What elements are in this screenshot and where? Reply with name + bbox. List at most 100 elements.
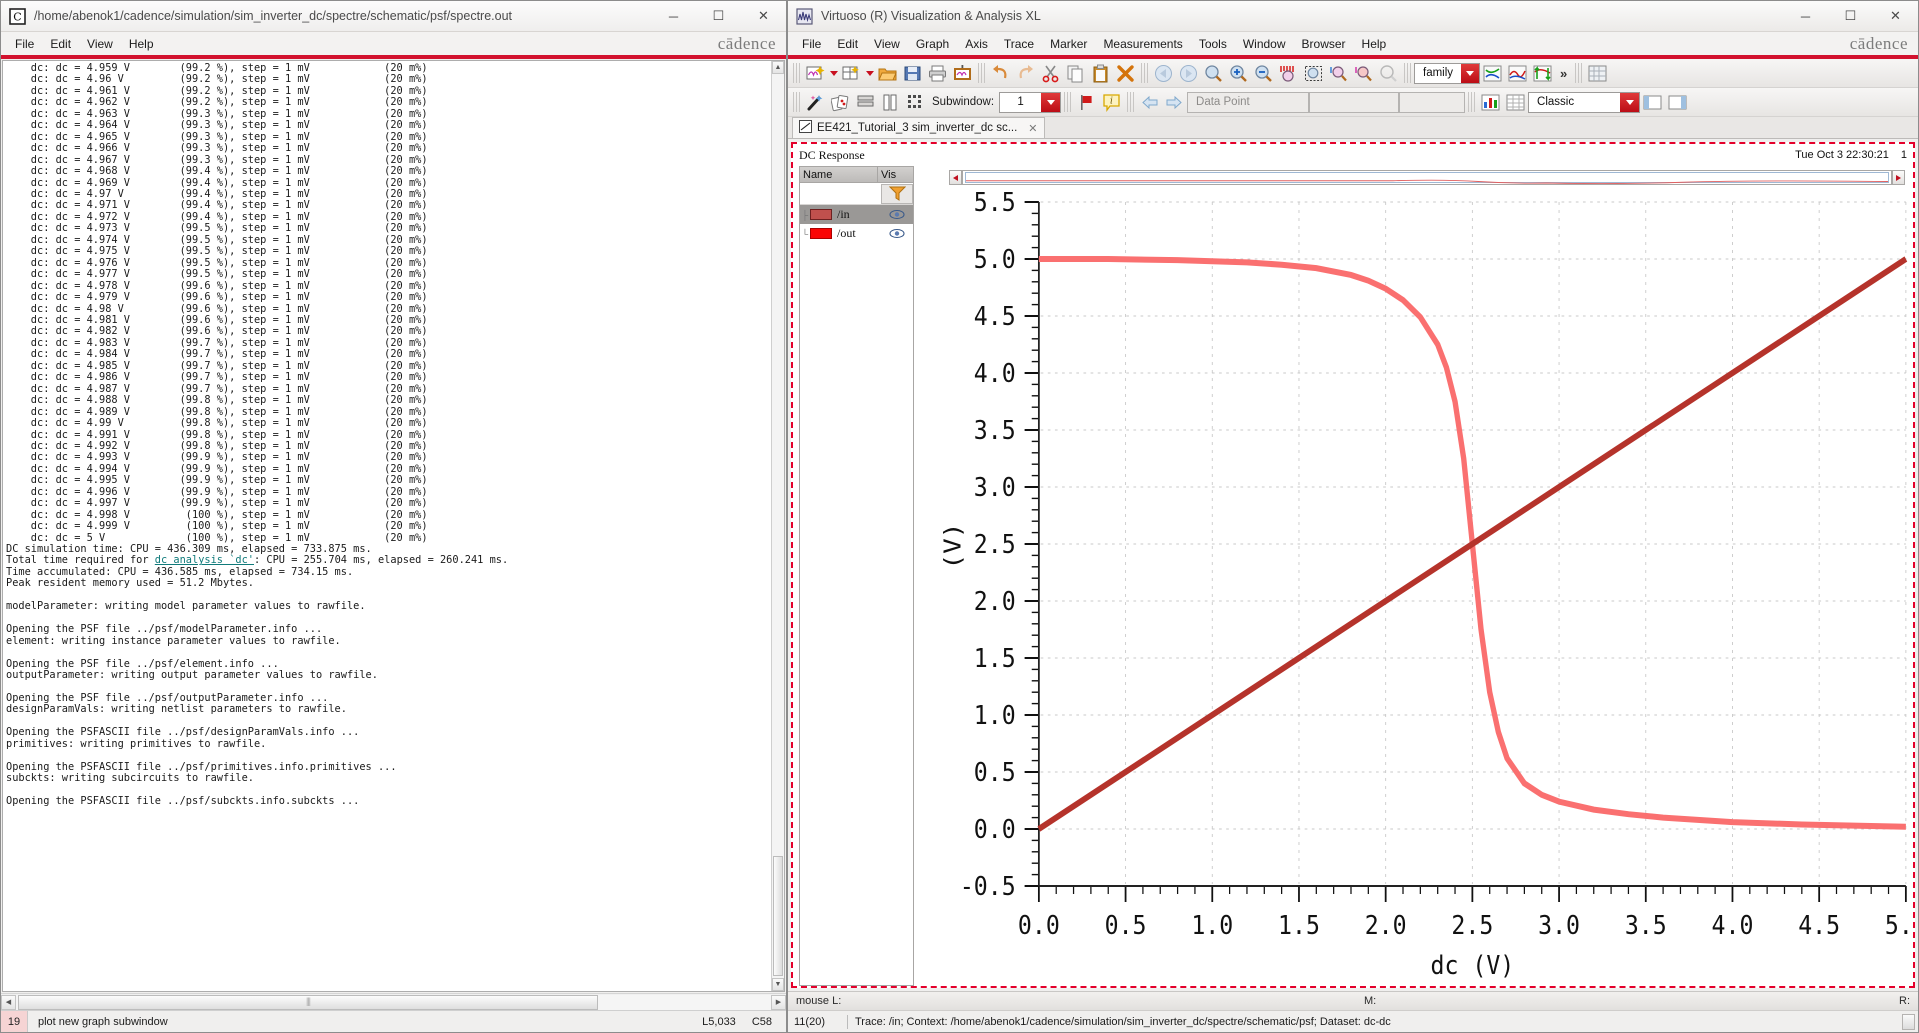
copy-icon[interactable] (1063, 61, 1088, 86)
open-folder-icon[interactable] (875, 61, 900, 86)
swap-traces-icon[interactable] (1480, 61, 1505, 86)
scroll-left-arrow[interactable]: ◀ (1, 994, 16, 1010)
signal-row-in[interactable]: ├ /in (800, 205, 913, 224)
log-close-button[interactable]: ✕ (741, 1, 786, 31)
viz-menu-graph[interactable]: Graph (908, 35, 957, 53)
strip-chart-icon[interactable] (903, 90, 928, 115)
zoom-y-icon[interactable] (1351, 61, 1376, 86)
log-minimize-button[interactable]: ─ (651, 1, 696, 31)
toolbar-overflow-button[interactable]: » (1555, 66, 1572, 81)
redo-icon[interactable] (1013, 61, 1038, 86)
eye-icon-2[interactable] (880, 228, 913, 239)
pan-scrollbar[interactable] (949, 169, 1905, 186)
cut-icon[interactable] (1038, 61, 1063, 86)
flag-icon[interactable] (1074, 90, 1099, 115)
print-icon[interactable] (925, 61, 950, 86)
toolbar-grip-4[interactable] (1404, 63, 1411, 83)
viz-maximize-button[interactable]: ☐ (1828, 1, 1873, 31)
family-dropdown-icon[interactable] (1461, 63, 1479, 83)
stack-horizontal-icon[interactable] (853, 90, 878, 115)
delete-icon[interactable] (1113, 61, 1138, 86)
graph-canvas[interactable]: -0.5 0.0 0.5 1.0 1.5 2.0 2.5 3.0 3.5 4.0 4.5 5.0 5.5… (914, 186, 1913, 986)
zoom-area-icon[interactable] (1301, 61, 1326, 86)
scroll-up-arrow[interactable]: ▲ (772, 61, 784, 74)
viz-menu-marker[interactable]: Marker (1042, 35, 1095, 53)
toolbar2-grip-3[interactable] (1127, 92, 1135, 112)
classic-dropdown-icon[interactable] (1620, 92, 1640, 112)
column-header-vis[interactable]: Vis (878, 167, 913, 182)
wand-icon[interactable] (803, 90, 828, 115)
zoom-x-icon[interactable] (1326, 61, 1351, 86)
viz-menu-tools[interactable]: Tools (1191, 35, 1235, 53)
forward-icon[interactable] (1176, 61, 1201, 86)
layout-right-icon[interactable] (1665, 90, 1690, 115)
move-trace-icon[interactable] (1530, 61, 1555, 86)
viz-menu-measurements[interactable]: Measurements (1095, 35, 1190, 53)
viz-menu-file[interactable]: File (794, 35, 829, 53)
log-vertical-scrollbar[interactable]: ▲ ▼ (771, 61, 784, 991)
log-horizontal-scrollbar[interactable]: ◀ ▶ (1, 993, 786, 1010)
log-menu-view[interactable]: View (79, 35, 121, 53)
family-combo[interactable]: family (1414, 62, 1480, 84)
toolbar-grip-3[interactable] (1141, 63, 1148, 83)
data-point-extra-field[interactable] (1309, 91, 1400, 113)
pan-right-button[interactable] (1892, 170, 1905, 185)
new-subwindow-dropdown-icon[interactable] (864, 61, 875, 86)
log-maximize-button[interactable]: ☐ (696, 1, 741, 31)
log-text-area[interactable]: dc: dc = 4.959 V (99.2 %), step = 1 mV (… (2, 60, 785, 992)
viz-close-button[interactable]: ✕ (1873, 1, 1918, 31)
new-subwindow-icon[interactable] (839, 61, 864, 86)
data-point-combo[interactable]: Data Point (1187, 91, 1310, 113)
scroll-right-arrow[interactable]: ▶ (771, 994, 786, 1010)
zoom-in-icon[interactable] (1226, 61, 1251, 86)
zoom-vertical-icon[interactable] (1276, 61, 1301, 86)
cards-icon[interactable] (828, 90, 853, 115)
scroll-down-arrow[interactable]: ▼ (772, 978, 784, 991)
annotate-graph-icon[interactable] (950, 61, 975, 86)
log-menu-edit[interactable]: Edit (42, 35, 79, 53)
log-hscroll-track[interactable] (16, 994, 771, 1010)
viz-menu-trace[interactable]: Trace (996, 35, 1042, 53)
save-icon[interactable] (900, 61, 925, 86)
log-menu-file[interactable]: File (7, 35, 42, 53)
plot-subwindow[interactable]: DC Response Tue Oct 3 22:30:21 1 Name Vi… (791, 142, 1915, 988)
grid-toggle-icon[interactable] (1585, 61, 1610, 86)
info-icon[interactable]: i (1099, 90, 1124, 115)
undo-icon[interactable] (988, 61, 1013, 86)
pan-thumb[interactable] (965, 172, 1889, 184)
zoom-fit-icon[interactable] (1201, 61, 1226, 86)
table-view-icon[interactable] (1503, 90, 1528, 115)
viz-menu-help[interactable]: Help (1354, 35, 1395, 53)
subwindow-combo[interactable]: 1 (999, 91, 1062, 113)
column-header-name[interactable]: Name (800, 167, 878, 182)
toolbar2-grip-4[interactable] (1468, 92, 1476, 112)
zoom-out-icon[interactable] (1251, 61, 1276, 86)
paste-icon[interactable] (1088, 61, 1113, 86)
toolbar-grip-1[interactable] (793, 63, 800, 83)
log-hscroll-thumb[interactable] (18, 994, 598, 1010)
new-graph-window-icon[interactable] (803, 61, 828, 86)
back-icon[interactable] (1151, 61, 1176, 86)
viz-minimize-button[interactable]: ─ (1783, 1, 1828, 31)
data-point-extra-field-2[interactable] (1399, 91, 1466, 113)
viz-menu-window[interactable]: Window (1235, 35, 1294, 53)
layout-left-icon[interactable] (1640, 90, 1665, 115)
pan-left-button[interactable] (949, 170, 962, 185)
subwindow-dropdown-icon[interactable] (1041, 92, 1061, 112)
signal-row-out[interactable]: └ /out (800, 224, 913, 243)
viz-menu-browser[interactable]: Browser (1294, 35, 1354, 53)
resize-grip[interactable] (1902, 1013, 1915, 1030)
stack-vertical-icon[interactable] (878, 90, 903, 115)
viz-menu-axis[interactable]: Axis (957, 35, 996, 53)
tab-close-icon[interactable]: ✕ (1028, 122, 1037, 135)
tab-ee421-tutorial[interactable]: EE421_Tutorial_3 sim_inverter_dc sc... ✕ (792, 117, 1045, 138)
chart-style-icon[interactable] (1478, 90, 1503, 115)
zoom-target-icon[interactable] (1376, 61, 1401, 86)
toolbar2-grip-1[interactable] (793, 92, 800, 112)
split-traces-icon[interactable] (1505, 61, 1530, 86)
new-graph-dropdown-icon[interactable] (828, 61, 839, 86)
log-vscroll-thumb[interactable] (773, 856, 783, 976)
toolbar-grip-2[interactable] (978, 63, 985, 83)
toolbar2-grip-2[interactable] (1064, 92, 1072, 112)
classic-combo[interactable]: Classic (1528, 91, 1641, 113)
